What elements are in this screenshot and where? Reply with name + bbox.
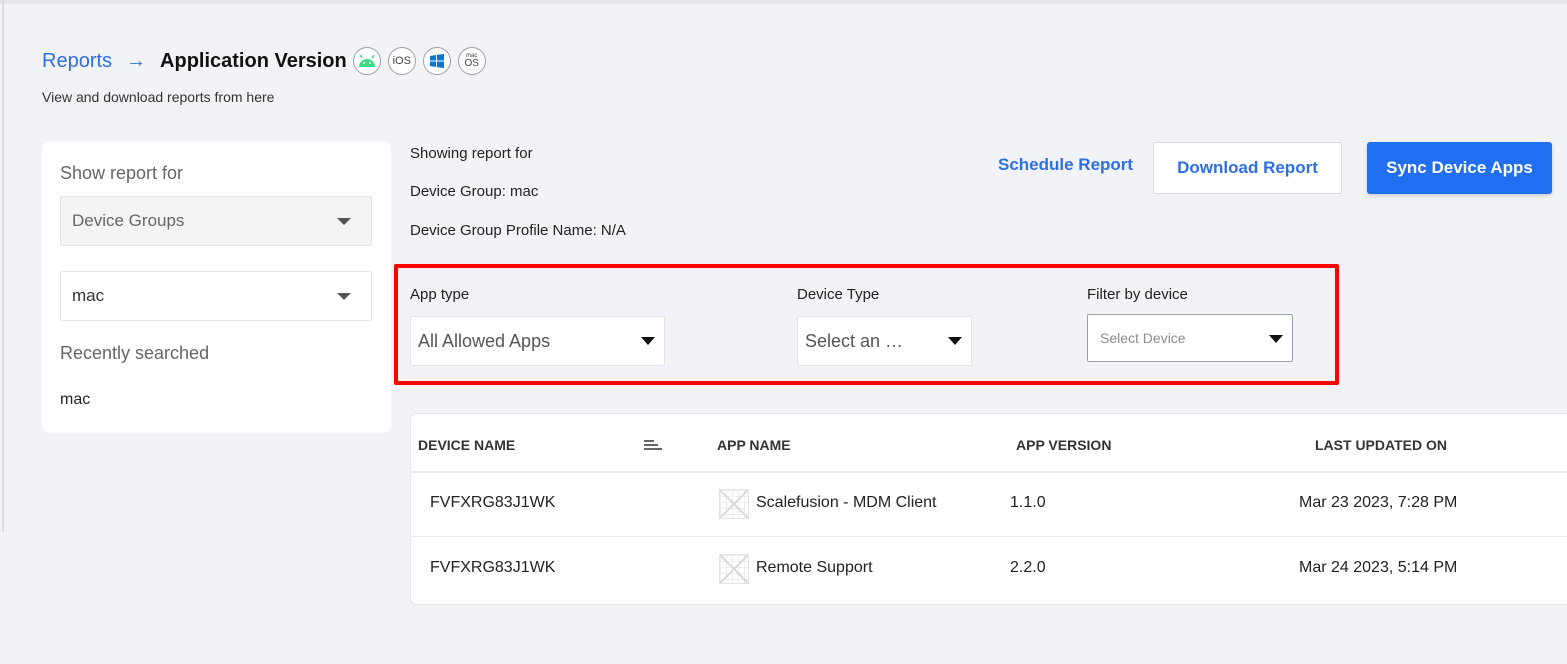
app-type-value: All Allowed Apps [418,330,551,351]
sync-device-apps-button[interactable]: Sync Device Apps [1367,142,1552,194]
app-placeholder-icon [719,554,749,584]
group-type-value: Device Groups [72,211,185,230]
schedule-report-link[interactable]: Schedule Report [998,155,1133,175]
cell-app-name: Scalefusion - MDM Client [756,494,937,511]
app-type-label: App type [410,286,470,303]
report-heading: Showing report for [410,145,533,162]
arrow-right-icon: → [126,49,147,72]
cell-device-name: FVFXRG83J1WK [430,494,556,511]
column-header-last-updated: LAST UPDATED ON [1315,437,1447,453]
device-type-value: Select an … [805,330,904,351]
report-scope-panel: Show report for Device Groups mac Recent… [42,141,391,433]
cell-app-version: 2.2.0 [1010,559,1046,576]
cell-app-name: Remote Support [756,559,873,576]
device-type-select[interactable]: Select an … [797,316,972,366]
platform-icons: iOS mac OS [352,47,486,75]
device-group-info: Device Group: mac [410,183,539,200]
sort-icon[interactable] [644,440,662,452]
caret-down-icon [1269,335,1283,343]
column-header-app-version: APP VERSION [1016,437,1112,453]
recent-search-item[interactable]: mac [60,391,90,409]
breadcrumb: Reports → Application Version iOS mac OS [42,46,486,76]
download-report-button[interactable]: Download Report [1153,142,1342,194]
column-header-device-name[interactable]: DEVICE NAME [418,437,515,453]
cell-device-name: FVFXRG83J1WK [430,559,556,576]
chevron-down-icon [337,293,351,300]
chevron-down-icon [337,218,351,225]
app-type-select[interactable]: All Allowed Apps [410,316,665,366]
app-placeholder-icon [719,489,749,519]
filter-by-device-label: Filter by device [1087,286,1188,303]
left-border [2,0,4,532]
macos-icon-label: OS [464,58,479,69]
cell-last-updated: Mar 23 2023, 7:28 PM [1299,494,1458,511]
caret-down-icon [641,337,655,345]
android-icon [352,47,381,75]
top-border [0,0,1567,4]
table-row[interactable]: FVFXRG83J1WK Remote Support 2.2.0 Mar 24… [411,538,1567,602]
app-version-table: DEVICE NAME APP NAME APP VERSION LAST UP… [410,413,1567,605]
caret-down-icon [948,337,962,345]
macos-icon: mac OS [457,47,486,75]
panel-title: Show report for [60,163,184,183]
recently-searched-title: Recently searched [60,343,210,363]
group-type-select[interactable]: Device Groups [60,196,372,246]
device-group-value: mac [72,286,105,305]
breadcrumb-reports-link[interactable]: Reports [42,50,112,73]
device-select-placeholder: Select Device [1100,330,1186,346]
profile-name-info: Device Group Profile Name: N/A [410,222,626,239]
device-group-select[interactable]: mac [60,271,372,321]
page-subtitle: View and download reports from here [42,89,275,105]
page-title: Application Version [160,49,347,72]
column-header-app-name: APP NAME [717,437,791,453]
device-select[interactable]: Select Device [1087,314,1293,362]
windows-icon [422,47,451,75]
cell-app-version: 1.1.0 [1010,494,1046,511]
cell-last-updated: Mar 24 2023, 5:14 PM [1299,559,1458,576]
ios-icon: iOS [387,47,416,75]
table-row[interactable]: FVFXRG83J1WK Scalefusion - MDM Client 1.… [411,473,1567,537]
device-type-label: Device Type [797,286,880,303]
